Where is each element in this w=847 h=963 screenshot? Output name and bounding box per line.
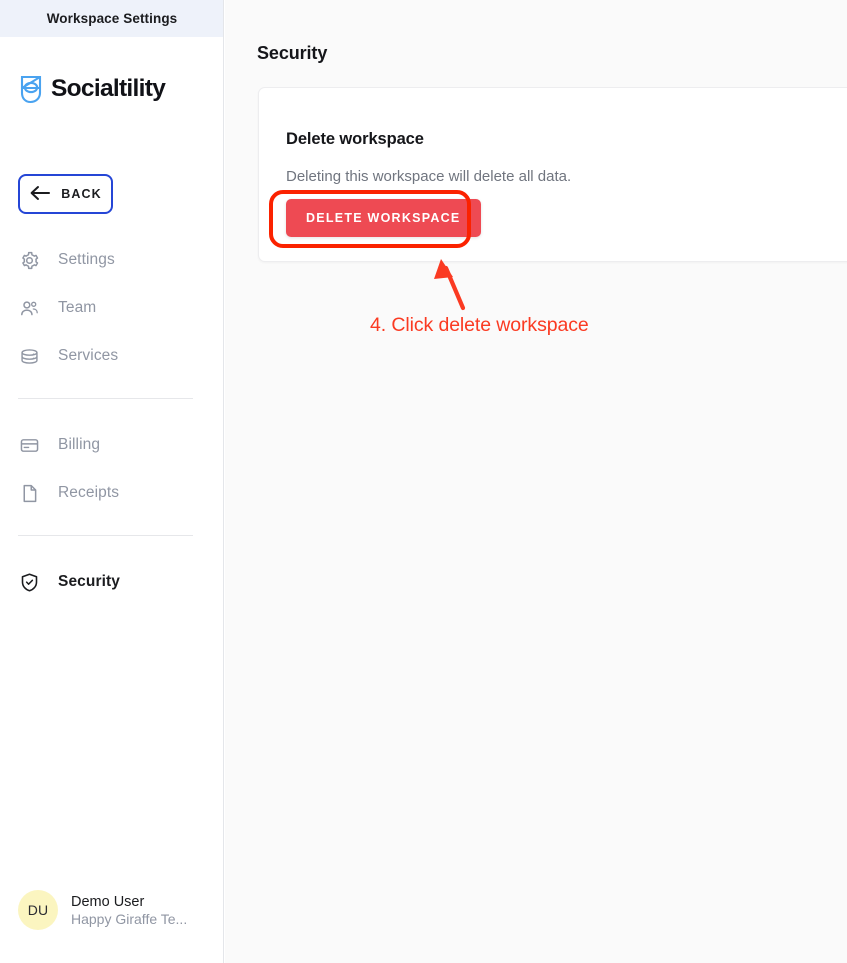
brand-logo: Socialtility bbox=[18, 74, 166, 104]
sidebar-item-security[interactable]: Security bbox=[18, 567, 198, 597]
server-stack-icon bbox=[18, 345, 40, 367]
back-button[interactable]: BACK bbox=[18, 174, 113, 214]
user-team-name: Happy Giraffe Te... bbox=[71, 910, 188, 927]
sidebar-item-label: Services bbox=[58, 347, 119, 364]
sidebar-item-receipts[interactable]: Receipts bbox=[18, 478, 198, 508]
workspace-settings-title: Workspace Settings bbox=[46, 11, 178, 26]
sidebar-item-team[interactable]: Team bbox=[18, 293, 198, 323]
arrow-left-icon bbox=[29, 185, 51, 204]
user-profile[interactable]: DU Demo User Happy Giraffe Te... bbox=[18, 889, 208, 931]
user-name: Demo User bbox=[71, 893, 145, 910]
sidebar-divider bbox=[18, 398, 193, 399]
avatar-initials: DU bbox=[27, 902, 49, 918]
shield-check-icon bbox=[18, 571, 40, 593]
socialtility-s-mark-icon bbox=[18, 74, 44, 104]
back-button-label: BACK bbox=[61, 187, 102, 201]
sidebar-item-label: Billing bbox=[58, 436, 101, 453]
main-content: Security Delete workspace Deleting this … bbox=[225, 0, 847, 963]
sidebar-item-settings[interactable]: Settings bbox=[18, 245, 198, 275]
workspace-settings-header: Workspace Settings bbox=[0, 0, 223, 37]
card-heading: Delete workspace bbox=[286, 129, 424, 148]
sidebar-divider bbox=[18, 535, 193, 536]
user-meta: Demo User Happy Giraffe Te... bbox=[71, 894, 187, 927]
avatar: DU bbox=[18, 890, 58, 930]
sidebar-item-billing[interactable]: Billing bbox=[18, 430, 198, 460]
users-icon bbox=[18, 297, 40, 319]
brand-name: Socialtility bbox=[51, 74, 166, 102]
delete-workspace-button[interactable]: DELETE WORKSPACE bbox=[286, 199, 481, 237]
gear-icon bbox=[18, 249, 40, 271]
sidebar-item-label: Team bbox=[58, 299, 97, 316]
document-icon bbox=[18, 482, 40, 504]
sidebar: Workspace Settings Socialtility BACK Set… bbox=[0, 0, 224, 963]
sidebar-item-services[interactable]: Services bbox=[18, 341, 198, 371]
sidebar-item-label: Settings bbox=[58, 251, 115, 268]
card-description: Deleting this workspace will delete all … bbox=[286, 168, 572, 185]
sidebar-item-label: Security bbox=[58, 573, 120, 590]
page-title: Security bbox=[257, 43, 328, 64]
sidebar-item-label: Receipts bbox=[58, 484, 120, 501]
credit-card-icon bbox=[18, 434, 40, 456]
app-root: Workspace Settings Socialtility BACK Set… bbox=[0, 0, 847, 963]
delete-workspace-card: Delete workspace Deleting this workspace… bbox=[258, 87, 847, 262]
